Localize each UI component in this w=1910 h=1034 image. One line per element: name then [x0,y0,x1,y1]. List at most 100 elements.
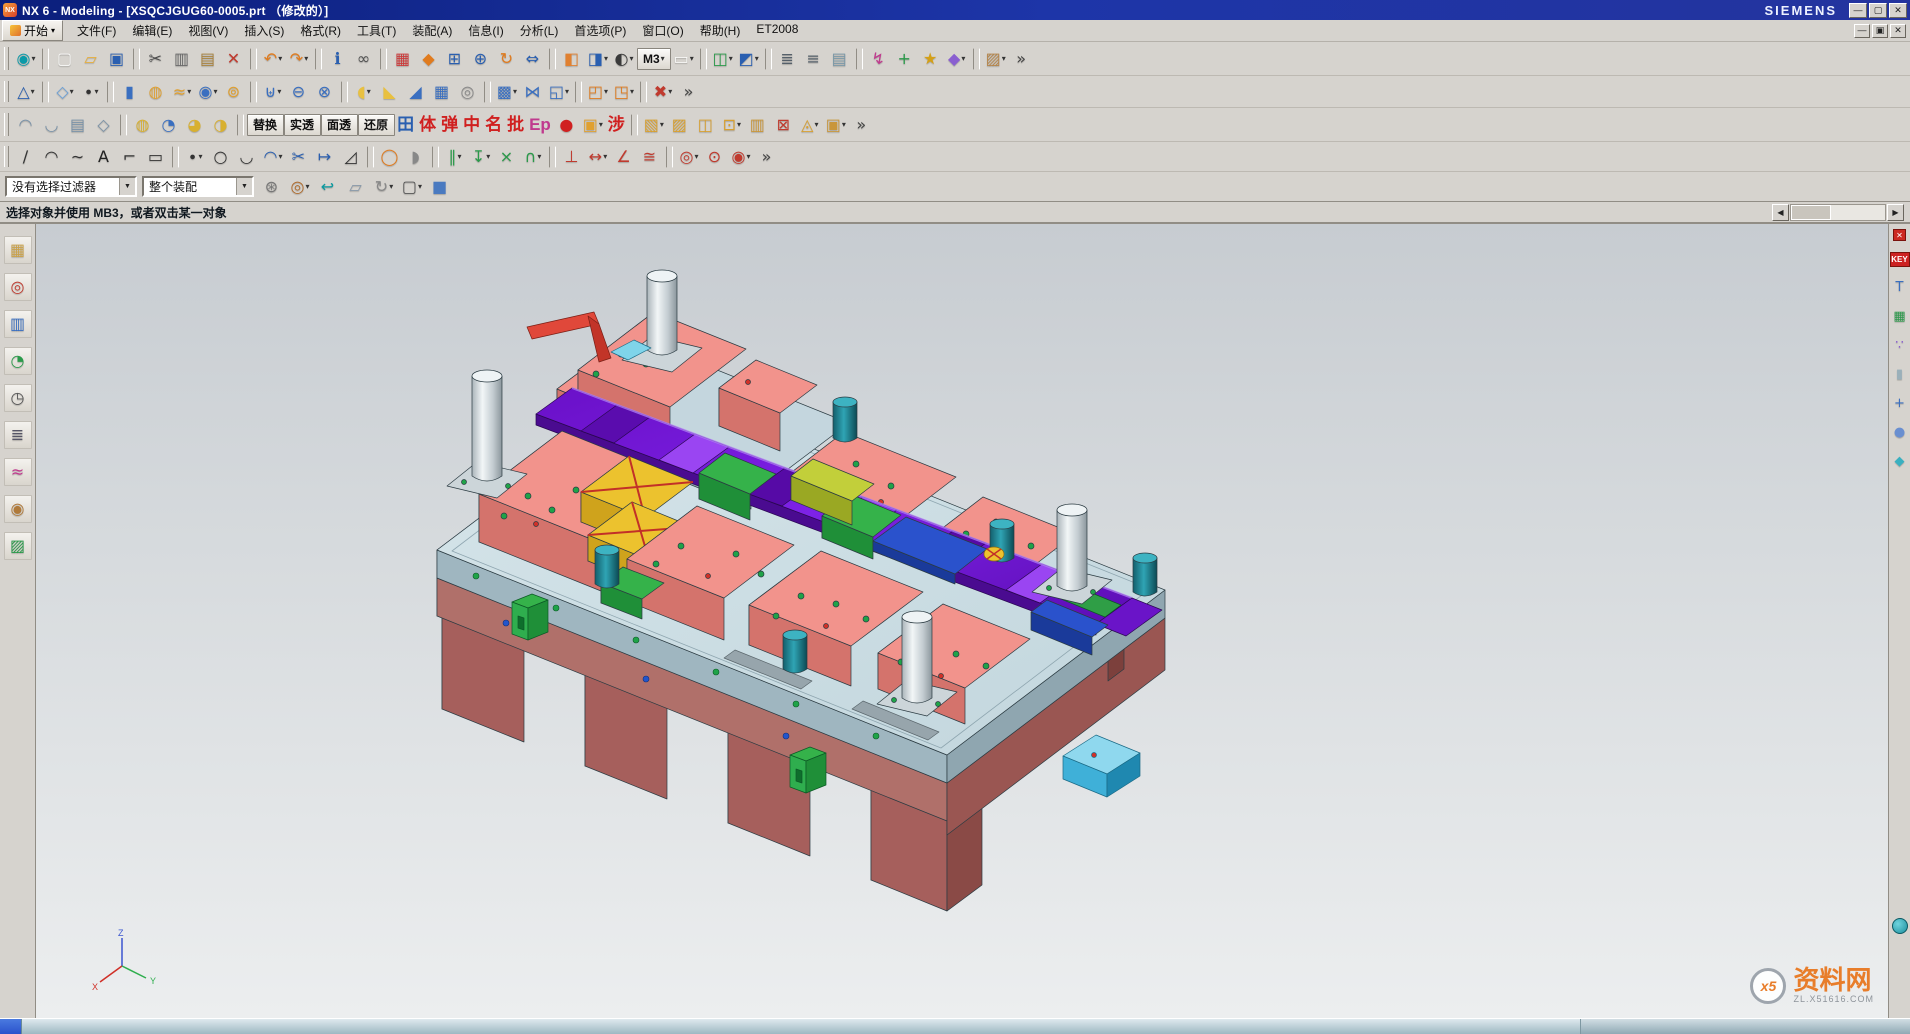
save-icon[interactable]: ▣ [104,46,130,72]
menu-item[interactable]: 视图(V) [180,19,236,42]
ming-char-button[interactable]: 名 [483,112,505,138]
menu-item[interactable]: 帮助(H) [692,19,749,42]
nx-app-icon[interactable]: ◉▾ [13,46,39,72]
start-menu-button[interactable]: 开始 ▾ [2,20,63,41]
open-icon[interactable]: ▱ [78,46,104,72]
blank-style-icon[interactable]: ▭▾ [671,46,697,72]
cyan-box[interactable] [1063,735,1140,797]
spline-icon[interactable]: ∼ [65,144,91,170]
menu-item[interactable]: 文件(F) [69,19,124,42]
mold-insert-icon[interactable]: ▧▾ [641,112,667,138]
selection-filter-dropdown[interactable]: 没有选择过滤器 ▼ [5,176,137,197]
ti-char-button[interactable]: 体 [417,112,439,138]
shell-icon[interactable]: ▦ [429,79,455,105]
target-icon[interactable]: ◉▾ [728,144,754,170]
swept-surface-icon[interactable]: ◡ [39,112,65,138]
highlight-icon[interactable]: ◆ [416,46,442,72]
intersect-curve-icon[interactable]: × [494,144,520,170]
sketch-point-icon[interactable]: ∙▾ [182,144,208,170]
menu-item[interactable]: 信息(I) [460,19,511,42]
viewport-3d-canvas[interactable] [36,224,1888,1018]
menu-item[interactable]: 装配(A) [404,19,460,42]
move-component-icon[interactable]: ◫▾ [710,46,736,72]
menu-item[interactable]: 窗口(O) [634,19,691,42]
mesh-surface-icon[interactable]: ▤ [65,112,91,138]
rotate-view-icon[interactable]: ↻ [494,46,520,72]
datum-plane-icon[interactable]: ◇▾ [52,79,78,105]
taskbar-start-button[interactable] [0,1019,22,1034]
subtract-icon[interactable]: ⊖ [286,79,312,105]
dimension-icon[interactable]: ↔▾ [585,144,611,170]
scroll-left-button[interactable]: ◀ [1772,204,1789,221]
toolbar-overflow-icon[interactable]: » [849,112,875,138]
circle-snap-icon[interactable]: ◎▾ [676,144,702,170]
zhong-char-button[interactable]: 中 [461,112,483,138]
menu-item[interactable]: 编辑(E) [124,19,180,42]
n-sided-surface-icon[interactable]: ◇ [91,112,117,138]
plus-tool-icon[interactable]: + [1891,394,1909,412]
layer-settings-icon[interactable]: ≡ [801,46,827,72]
mold-wizard-icon[interactable]: ▣▾ [580,112,606,138]
quick-extend-icon[interactable]: ↦ [312,144,338,170]
display-style-icon[interactable]: ◨▾ [585,46,611,72]
mold-core-icon[interactable]: ◫ [693,112,719,138]
mold-parting-icon[interactable]: ▥ [745,112,771,138]
ep-button[interactable]: Ep [527,112,554,138]
scroll-right-button[interactable]: ▶ [1887,204,1904,221]
auto-constrain-icon[interactable]: ≅ [637,144,663,170]
background-icon[interactable]: ◐▾ [611,46,637,72]
maximize-button[interactable]: ▢ [1869,3,1887,18]
mold-base-icon[interactable]: ▣▾ [823,112,849,138]
zoom-icon[interactable]: ⊕ [468,46,494,72]
shaded-style-icon[interactable]: ◧ [559,46,585,72]
project-curve-icon[interactable]: ↧▾ [468,144,494,170]
menu-item[interactable]: 格式(R) [292,19,349,42]
work-view-icon[interactable]: ▱ [343,174,369,200]
ball-icon[interactable]: ● [1891,423,1909,441]
fit-view-icon[interactable]: ⊞ [442,46,468,72]
drop-icon[interactable]: ◆ [1891,452,1909,470]
visual-check-icon[interactable]: ∞ [351,46,377,72]
paste-icon[interactable]: ▤ [195,46,221,72]
pad-icon[interactable]: ◔ [156,112,182,138]
measure-icon[interactable]: ▨▾ [983,46,1009,72]
roles-icon[interactable]: ◉ [4,495,32,523]
menu-item[interactable]: ET2008 [748,19,806,42]
point-icon[interactable]: ∙▾ [78,79,104,105]
die-assembly-model[interactable] [437,270,1165,911]
restore-button[interactable]: 还原 [358,114,395,136]
extrude-icon[interactable]: ▮ [117,79,143,105]
pi-char-button[interactable]: 批 [505,112,527,138]
snap-star-icon[interactable]: ★ [918,46,944,72]
quick-trim-icon[interactable]: ✂ [286,144,312,170]
arc-icon[interactable]: ◠ [39,144,65,170]
snap-settings-icon[interactable]: ◎▾ [287,174,313,200]
unite-icon[interactable]: ⊎▾ [260,79,286,105]
toolbar-overflow-icon[interactable]: » [754,144,780,170]
yellow-disc[interactable] [984,547,1004,561]
thread-icon[interactable]: ◎ [455,79,481,105]
profile-icon[interactable]: ⌐ [117,144,143,170]
sweep-icon[interactable]: ≈▾ [169,79,195,105]
show-hide-icon[interactable]: ▦ [390,46,416,72]
title-bar[interactable]: NX NX 6 - Modeling - [XSQCJGUG60-0005.pr… [0,0,1910,20]
cut-icon[interactable]: ✂ [143,46,169,72]
circle-icon[interactable]: ○ [208,144,234,170]
palette-grid-icon[interactable]: ▦ [1891,307,1909,325]
undo-selection-icon[interactable]: ↩ [315,174,341,200]
red-ball-icon[interactable]: ● [554,112,580,138]
orbit-icon[interactable]: ↻▾ [371,174,397,200]
bridge-curve-icon[interactable]: ∩▾ [520,144,546,170]
gallery-icon[interactable]: ▨ [4,532,32,560]
wcs-dynamics-icon[interactable]: ↯ [866,46,892,72]
ellipse-icon[interactable]: ◯ [377,144,403,170]
mdi-minimize-button[interactable]: — [1854,24,1870,38]
info-icon[interactable]: ℹ [325,46,351,72]
minimize-button[interactable]: — [1849,3,1867,18]
view-triad[interactable]: Z X Y [88,926,162,996]
text-icon[interactable]: A [91,144,117,170]
part-navigator-icon[interactable]: ▥ [4,310,32,338]
offset-face-icon[interactable]: ◑ [208,112,234,138]
delete-icon[interactable]: ✕ [221,46,247,72]
hole-icon[interactable]: ◉▾ [195,79,221,105]
